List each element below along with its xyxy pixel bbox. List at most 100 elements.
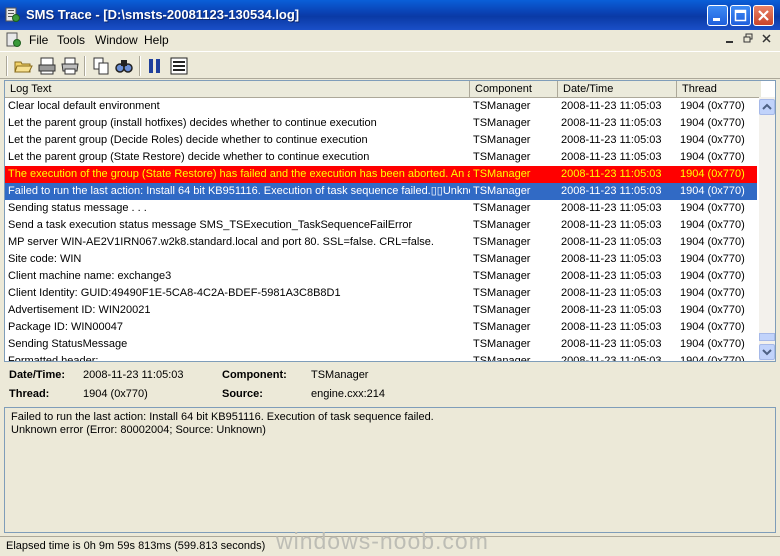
log-scrollbar[interactable]: [759, 97, 775, 361]
watermark: windows-noob.com: [276, 528, 489, 554]
row-log-text: Advertisement ID: WIN20021: [8, 304, 151, 316]
row-log-text: Let the parent group (State Restore) dec…: [8, 151, 370, 163]
row-thread: 1904 (0x770): [680, 219, 745, 231]
row-thread: 1904 (0x770): [680, 321, 745, 333]
pause-icon[interactable]: [145, 56, 165, 76]
column-datetime[interactable]: Date/Time: [558, 81, 677, 97]
scroll-thumb[interactable]: [759, 333, 775, 341]
row-log-text: MP server WIN-AE2V1IRN067.w2k8.standard.…: [8, 236, 434, 248]
find-icon[interactable]: [114, 56, 134, 76]
window-title: SMS Trace - [D:\smsts-20081123-130534.lo…: [26, 7, 300, 22]
row-datetime: 2008-11-23 11:05:03: [561, 236, 662, 248]
table-row[interactable]: Let the parent group (Decide Roles) deci…: [5, 132, 757, 149]
scroll-up-button[interactable]: [759, 99, 775, 115]
menu-bar: File Tools Window Help: [0, 30, 780, 50]
log-rows: Clear local default environment TSManager…: [5, 98, 757, 362]
mdi-close-icon[interactable]: [762, 33, 772, 45]
column-log-text[interactable]: Log Text: [5, 81, 470, 97]
print-icon[interactable]: [60, 56, 80, 76]
table-row[interactable]: Clear local default environment TSManager…: [5, 98, 757, 115]
close-icon: [758, 10, 769, 21]
column-header-row: Log Text Component Date/Time Thread: [5, 81, 761, 98]
row-datetime: 2008-11-23 11:05:03: [561, 202, 662, 214]
table-row[interactable]: Package ID: WIN00047 TSManager 2008-11-23 …: [5, 319, 757, 336]
table-row[interactable]: MP server WIN-AE2V1IRN067.w2k8.standard.…: [5, 234, 757, 251]
app-icon: [5, 7, 20, 22]
print-setup-icon[interactable]: [37, 56, 57, 76]
table-row[interactable]: Send a task execution status message SMS…: [5, 217, 757, 234]
row-thread: 1904 (0x770): [680, 270, 745, 282]
column-thread[interactable]: Thread: [677, 81, 761, 97]
component-label: Component:: [222, 369, 287, 381]
table-row[interactable]: Sending status message . . . TSManager 200…: [5, 200, 757, 217]
datetime-value: 2008-11-23 11:05:03: [83, 369, 184, 381]
highlight-icon[interactable]: [169, 56, 189, 76]
table-row[interactable]: Let the parent group (State Restore) dec…: [5, 149, 757, 166]
open-icon[interactable]: [13, 56, 33, 76]
table-row[interactable]: Advertisement ID: WIN20021 TSManager 2008-…: [5, 302, 757, 319]
copy-icon[interactable]: [91, 56, 111, 76]
row-thread: 1904 (0x770): [680, 253, 745, 265]
table-row[interactable]: The execution of the group (State Restor…: [5, 166, 757, 183]
mdi-minimize-icon[interactable]: [725, 33, 735, 45]
menu-file[interactable]: File: [29, 33, 48, 47]
chevron-up-icon: [762, 103, 772, 110]
row-log-text: Let the parent group (Decide Roles) deci…: [8, 134, 368, 146]
row-log-text: Clear local default environment: [8, 100, 160, 112]
table-row[interactable]: Let the parent group (install hotfixes) …: [5, 115, 757, 132]
menu-tools[interactable]: Tools: [57, 33, 85, 47]
row-datetime: 2008-11-23 11:05:03: [561, 355, 662, 362]
row-datetime: 2008-11-23 11:05:03: [561, 304, 662, 316]
doc-icon[interactable]: [6, 32, 22, 48]
message-box[interactable]: Failed to run the last action: Install 6…: [4, 407, 776, 533]
toolbar: [0, 51, 780, 79]
message-line-2: Unknown error (Error: 80002004; Source: …: [11, 424, 266, 436]
scroll-down-button[interactable]: [759, 344, 775, 360]
minimize-button[interactable]: [707, 5, 728, 26]
thread-label: Thread:: [9, 388, 50, 400]
row-thread: 1904 (0x770): [680, 134, 745, 146]
log-list[interactable]: Log Text Component Date/Time Thread Clea…: [4, 80, 776, 362]
row-thread: 1904 (0x770): [680, 236, 745, 248]
row-log-text: Formatted header:: [8, 355, 99, 362]
row-component: TSManager: [473, 304, 531, 316]
table-row[interactable]: Formatted header: TSManager 2008-11-23 11:…: [5, 353, 757, 362]
row-log-text: Failed to run the last action: Install 6…: [8, 185, 470, 197]
message-line-1: Failed to run the last action: Install 6…: [11, 411, 434, 423]
toolbar-separator: [84, 56, 86, 76]
datetime-label: Date/Time:: [9, 369, 66, 381]
row-log-text: The execution of the group (State Restor…: [8, 168, 470, 180]
row-component: TSManager: [473, 253, 531, 265]
source-label: Source:: [222, 388, 263, 400]
row-component: TSManager: [473, 270, 531, 282]
row-datetime: 2008-11-23 11:05:03: [561, 151, 662, 163]
row-log-text: Send a task execution status message SMS…: [8, 219, 413, 231]
mdi-restore-icon[interactable]: [743, 33, 753, 45]
row-component: TSManager: [473, 219, 531, 231]
row-component: TSManager: [473, 185, 531, 197]
title-bar[interactable]: SMS Trace - [D:\smsts-20081123-130534.lo…: [0, 0, 780, 30]
maximize-button[interactable]: [730, 5, 751, 26]
row-log-text: Site code: WIN: [8, 253, 82, 265]
row-component: TSManager: [473, 100, 531, 112]
table-row[interactable]: Failed to run the last action: Install 6…: [5, 183, 757, 200]
row-datetime: 2008-11-23 11:05:03: [561, 270, 662, 282]
menu-window[interactable]: Window: [95, 33, 138, 47]
row-datetime: 2008-11-23 11:05:03: [561, 321, 662, 333]
close-button[interactable]: [753, 5, 774, 26]
table-row[interactable]: Sending StatusMessage TSManager 2008-11-23…: [5, 336, 757, 353]
elapsed-time: Elapsed time is 0h 9m 59s 813ms (599.813…: [6, 540, 266, 552]
menu-help[interactable]: Help: [144, 33, 169, 47]
row-thread: 1904 (0x770): [680, 151, 745, 163]
source-value: engine.cxx:214: [311, 388, 385, 400]
row-log-text: Let the parent group (install hotfixes) …: [8, 117, 377, 129]
column-component[interactable]: Component: [470, 81, 558, 97]
row-component: TSManager: [473, 151, 531, 163]
thread-value: 1904 (0x770): [83, 388, 148, 400]
row-component: TSManager: [473, 321, 531, 333]
table-row[interactable]: Client Identity: GUID:49490F1E-5CA8-4C2A…: [5, 285, 757, 302]
table-row[interactable]: Site code: WIN TSManager 2008-11-23 11:05:…: [5, 251, 757, 268]
table-row[interactable]: Client machine name: exchange3 TSManager 2…: [5, 268, 757, 285]
row-log-text: Sending status message . . .: [8, 202, 147, 214]
row-thread: 1904 (0x770): [680, 287, 745, 299]
